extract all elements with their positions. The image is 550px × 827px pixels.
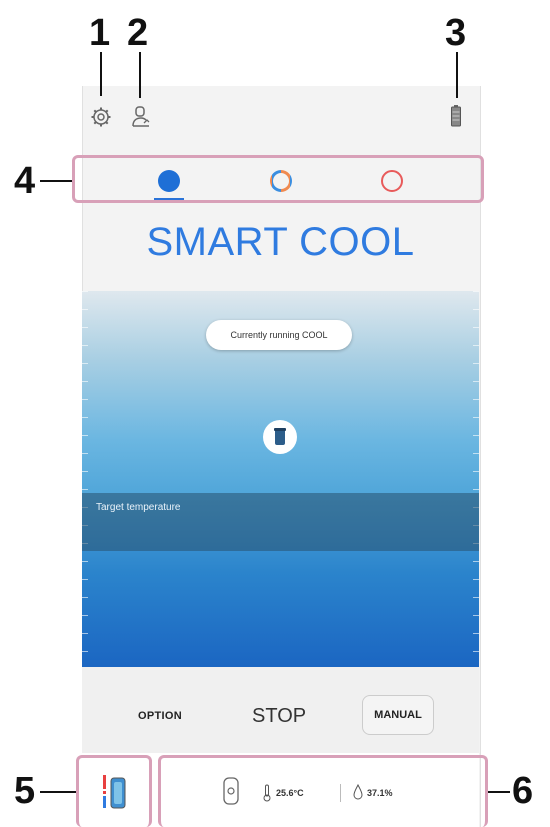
callout-6: 6 xyxy=(512,770,534,812)
callout-4-leader xyxy=(40,180,72,182)
device-icon[interactable] xyxy=(222,776,240,806)
callout-1-leader xyxy=(100,52,102,96)
callout-2-leader xyxy=(139,52,141,98)
mode-tab-1-underline xyxy=(154,198,184,200)
device-icon xyxy=(274,428,286,445)
temperature-indicator-icon[interactable] xyxy=(100,772,130,812)
readings-separator xyxy=(340,784,341,802)
callout-6-leader xyxy=(488,791,510,793)
device-button[interactable] xyxy=(263,420,297,454)
manual-button[interactable]: MANUAL xyxy=(362,695,434,735)
callout-6-highlight xyxy=(158,755,488,827)
callout-1: 1 xyxy=(89,12,111,54)
stop-button[interactable]: STOP xyxy=(252,705,306,728)
right-scale-ticks xyxy=(473,291,479,667)
callout-5-leader xyxy=(40,791,76,793)
option-button[interactable]: OPTION xyxy=(138,710,182,722)
person-icon[interactable] xyxy=(130,105,152,129)
battery-icon xyxy=(450,104,462,128)
temperature-reading: 25.6°C xyxy=(276,788,304,798)
gear-icon[interactable] xyxy=(90,106,112,128)
callout-4: 4 xyxy=(14,160,36,202)
left-scale-ticks xyxy=(82,291,88,667)
callout-5: 5 xyxy=(14,770,36,812)
mode-title: SMART COOL xyxy=(146,220,415,264)
droplet-icon xyxy=(353,783,363,800)
mode-tab-3[interactable] xyxy=(381,170,403,192)
mode-tab-1[interactable] xyxy=(158,170,180,192)
target-temperature-label: Target temperature xyxy=(96,502,181,513)
humidity-reading: 37.1% xyxy=(367,788,393,798)
callout-3-leader xyxy=(456,52,458,98)
status-message: Currently running COOL xyxy=(206,320,352,350)
callout-2: 2 xyxy=(127,12,149,54)
callout-3: 3 xyxy=(445,12,467,54)
thermometer-icon xyxy=(262,784,272,802)
mode-tab-2-inner xyxy=(273,173,289,189)
